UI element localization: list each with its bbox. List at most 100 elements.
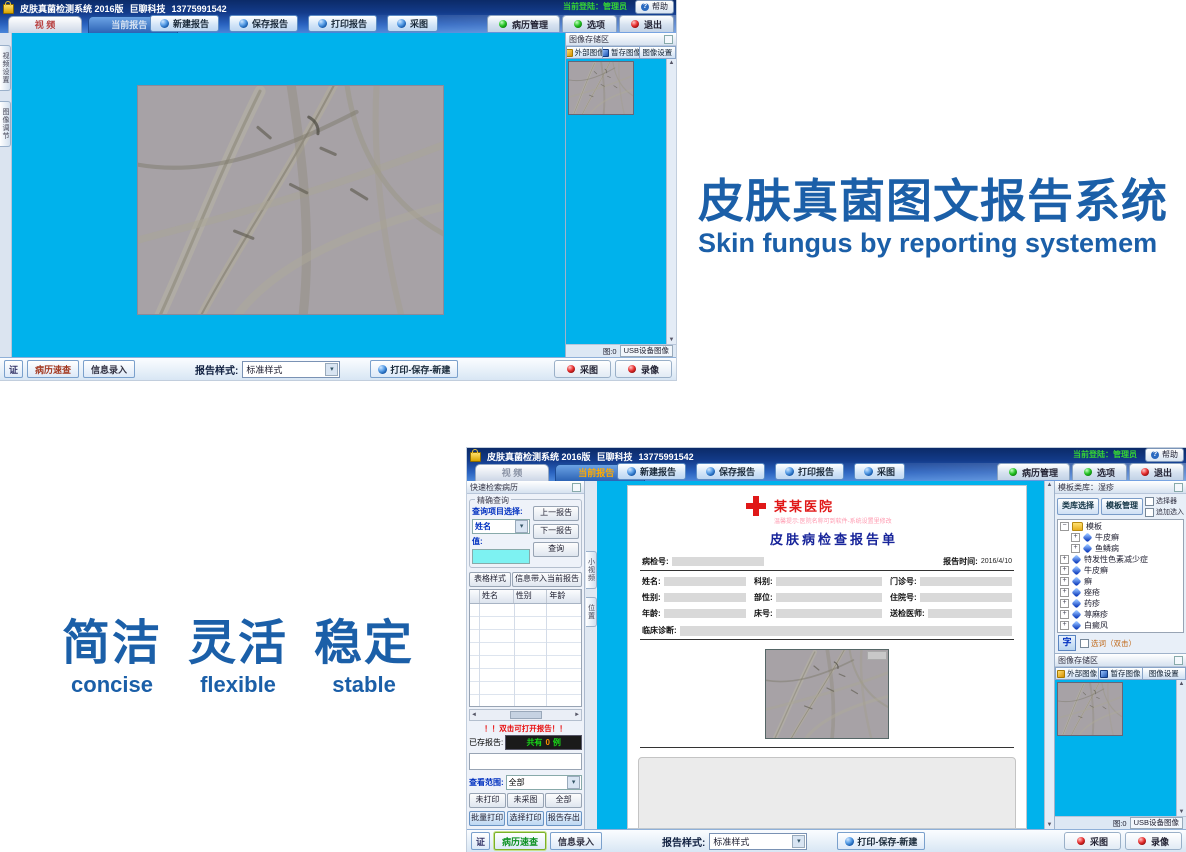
temp-images-button[interactable]: 暂存图像 (1099, 667, 1142, 680)
word-select-checkbox[interactable]: 选词（双击） (1080, 638, 1136, 649)
tree-item[interactable]: +痤疮 (1060, 587, 1183, 598)
capture-image-button[interactable]: 采图 (854, 463, 905, 480)
side-tab-position[interactable]: 位置 (586, 597, 597, 627)
print-report-button[interactable]: 打印报告 (775, 463, 844, 480)
tree-item[interactable]: +鱼鳞病 (1060, 543, 1183, 554)
image-settings-button[interactable]: 图像设置 (640, 46, 676, 59)
table-h-scrollbar[interactable]: ◄► (469, 709, 582, 721)
expand-icon[interactable]: + (1060, 566, 1069, 575)
collapse-icon[interactable]: − (1060, 522, 1069, 531)
image-settings-button[interactable]: 图像设置 (1143, 667, 1186, 680)
view-range-select[interactable]: 全部▾ (506, 775, 582, 790)
save-report-button[interactable]: 保存报告 (696, 463, 765, 480)
query-button[interactable]: 查询 (533, 542, 579, 557)
records-management-button[interactable]: 病历管理 (487, 15, 560, 32)
patient-table[interactable]: 姓名 性别 年龄 (469, 589, 582, 707)
outpatient-no-field[interactable] (920, 577, 1012, 586)
filter-unprinted-button[interactable]: 未打印 (469, 793, 506, 808)
selector-checkbox[interactable]: 选择器 (1145, 496, 1184, 506)
dept-field[interactable] (776, 577, 882, 586)
records-management-button[interactable]: 病历管理 (997, 463, 1070, 480)
panel-pin-icon[interactable] (1174, 656, 1183, 665)
save-report-button[interactable]: 保存报告 (229, 15, 298, 32)
select-print-button[interactable]: 选择打印 (507, 811, 543, 826)
batch-print-button[interactable]: 批量打印 (469, 811, 505, 826)
next-report-button[interactable]: 下一报告 (533, 524, 579, 539)
tree-item[interactable]: +牛皮癣 (1060, 532, 1183, 543)
side-tab-mini-video[interactable]: 小视频 (586, 551, 597, 589)
append-checkbox[interactable]: 追加选入 (1145, 507, 1184, 517)
query-item-select[interactable]: 姓名▾ (472, 519, 530, 534)
temp-images-button[interactable]: 暂存图像 (603, 46, 639, 59)
bed-no-field[interactable] (776, 609, 882, 618)
exam-no-field[interactable] (672, 557, 764, 566)
expand-icon[interactable]: + (1060, 621, 1069, 630)
capture-image-button[interactable]: 采图 (387, 15, 438, 32)
expand-icon[interactable]: + (1060, 555, 1069, 564)
findings-text-area[interactable] (638, 757, 1016, 829)
tree-root[interactable]: −模板 (1060, 521, 1183, 532)
expand-icon[interactable]: + (1071, 533, 1080, 542)
query-value-input[interactable] (472, 549, 530, 564)
new-report-button[interactable]: 新建报告 (150, 15, 219, 32)
report-scrollbar[interactable]: ▲▼ (1044, 481, 1054, 829)
age-field[interactable] (664, 609, 746, 618)
template-tree[interactable]: −模板 +牛皮癣 +鱼鳞病 +特发性色素减少症 +牛皮癣 +癣 +痤疮 +药疹 … (1057, 519, 1184, 633)
tree-item[interactable]: +特发性色素减少症 (1060, 554, 1183, 565)
expand-icon[interactable]: + (1060, 577, 1069, 586)
inpatient-no-field[interactable] (920, 593, 1012, 602)
info-entry-button[interactable]: 信息录入 (83, 360, 135, 378)
record-button[interactable]: 录像 (1125, 832, 1182, 850)
info-entry-button[interactable]: 信息录入 (550, 832, 602, 850)
stored-image-thumbnail[interactable] (1057, 682, 1123, 736)
options-button[interactable]: 选项 (1072, 463, 1127, 480)
tree-item[interactable]: +牛皮癣 (1060, 565, 1183, 576)
panel-pin-icon[interactable] (572, 483, 581, 492)
storage-scrollbar[interactable]: ▲▼ (666, 59, 676, 344)
cert-button[interactable]: 证 (4, 360, 23, 378)
exit-button[interactable]: 退出 (619, 15, 674, 32)
capture-button[interactable]: 采图 (554, 360, 611, 378)
name-field[interactable] (664, 577, 746, 586)
tree-item[interactable]: +荨麻疹 (1060, 609, 1183, 620)
char-insert-button[interactable]: 字 (1058, 635, 1076, 651)
tab-video[interactable]: 视 频 (475, 464, 549, 481)
external-images-button[interactable]: 外部图像 (1055, 667, 1099, 680)
external-images-button[interactable]: 外部图像 (566, 46, 603, 59)
body-part-field[interactable] (776, 593, 882, 602)
report-style-select[interactable]: 标准样式▾ (242, 361, 340, 378)
capture-button[interactable]: 采图 (1064, 832, 1121, 850)
patient-table-body[interactable] (470, 604, 581, 706)
report-style-select[interactable]: 标准样式▾ (709, 833, 807, 850)
expand-icon[interactable]: + (1071, 544, 1080, 553)
exit-button[interactable]: 退出 (1129, 463, 1184, 480)
filter-all-button[interactable]: 全部 (545, 793, 582, 808)
print-save-new-button[interactable]: 打印-保存-新建 (837, 832, 925, 850)
table-style-button[interactable]: 表格样式 (469, 572, 511, 587)
expand-icon[interactable]: + (1060, 588, 1069, 597)
panel-pin-icon[interactable] (664, 35, 673, 44)
tab-video[interactable]: 视 频 (8, 16, 82, 33)
diagnosis-field[interactable] (680, 626, 1012, 636)
options-button[interactable]: 选项 (562, 15, 617, 32)
prev-report-button[interactable]: 上一报告 (533, 506, 579, 521)
filter-uncaptured-button[interactable]: 未采图 (507, 793, 544, 808)
bring-info-button[interactable]: 信息带入当前报告 (512, 572, 582, 587)
doctor-field[interactable] (928, 609, 1012, 618)
tree-item[interactable]: +癣 (1060, 576, 1183, 587)
quick-search-button[interactable]: 病历速查 (27, 360, 79, 378)
side-tab-image-adjust[interactable]: 图像调节 (0, 101, 11, 147)
quick-search-button[interactable]: 病历速查 (494, 832, 546, 850)
report-name-field[interactable] (469, 753, 582, 770)
stored-image-thumbnail[interactable] (568, 61, 634, 115)
record-button[interactable]: 录像 (615, 360, 672, 378)
library-select-button[interactable]: 类库选择 (1057, 498, 1099, 515)
print-report-button[interactable]: 打印报告 (308, 15, 377, 32)
expand-icon[interactable]: + (1060, 610, 1069, 619)
new-report-button[interactable]: 新建报告 (617, 463, 686, 480)
help-button[interactable]: ?帮助 (635, 0, 674, 14)
side-tab-video-settings[interactable]: 视频设置 (0, 45, 11, 91)
template-manage-button[interactable]: 模板管理 (1101, 498, 1143, 515)
expand-icon[interactable]: + (1060, 599, 1069, 608)
print-save-new-button[interactable]: 打印-保存-新建 (370, 360, 458, 378)
